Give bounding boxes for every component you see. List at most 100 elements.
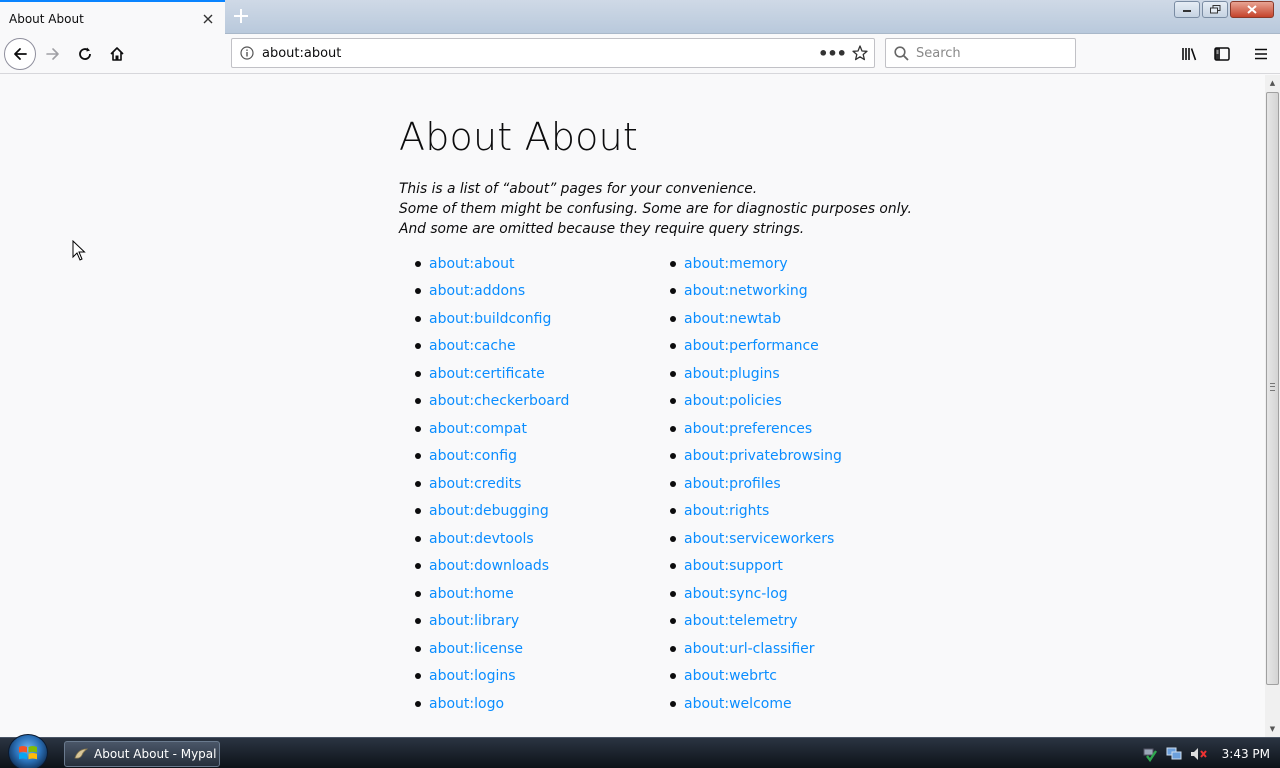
search-input[interactable] [916,45,1066,61]
about-link-item: about:logins [415,665,569,693]
about-link-item: about:support [670,555,842,583]
about-link-item: about:downloads [415,555,569,583]
page-actions-icon[interactable]: ••• [818,39,847,67]
bullet-icon [415,480,421,487]
bullet-icon [415,508,421,515]
about-link[interactable]: about:webrtc [684,668,777,684]
bookmark-star-icon[interactable] [846,39,874,67]
page-title: About About [399,115,638,159]
about-link-item: about:sync-log [670,582,842,610]
about-link[interactable]: about:newtab [684,311,781,327]
about-link-item: about:cache [415,335,569,363]
about-link-item: about:newtab [670,307,842,335]
about-link[interactable]: about:debugging [429,503,549,519]
about-link[interactable]: about:networking [684,283,808,299]
about-link[interactable]: about:url-classifier [684,641,815,657]
about-link[interactable]: about:profiles [684,476,781,492]
reload-button[interactable] [69,38,101,70]
search-bar[interactable] [885,38,1076,68]
about-link[interactable]: about:checkerboard [429,393,569,409]
start-button[interactable] [8,734,48,768]
about-link[interactable]: about:plugins [684,366,780,382]
about-link[interactable]: about:license [429,641,523,657]
about-link[interactable]: about:sync-log [684,586,788,602]
about-link[interactable]: about:library [429,613,519,629]
hamburger-menu-button[interactable] [1245,38,1277,70]
about-link-item: about:library [415,610,569,638]
intro-line: And some are omitted because they requir… [399,221,805,237]
about-link[interactable]: about:rights [684,503,769,519]
restore-button[interactable] [1202,1,1228,18]
sidebar-toggle-button[interactable] [1206,38,1238,70]
about-link-item: about:welcome [670,692,842,720]
url-bar[interactable]: about:about ••• [231,38,875,68]
bullet-icon [670,288,676,295]
home-icon [110,47,124,61]
url-text[interactable]: about:about [262,46,818,61]
about-link[interactable]: about:home [429,586,514,602]
taskbar: About About - Mypal 3:43 PM [0,734,1280,768]
site-info-icon[interactable] [232,39,262,67]
network-icon[interactable] [1166,746,1182,762]
minimize-button[interactable] [1174,1,1200,18]
bullet-icon [670,563,676,570]
back-button[interactable] [4,38,36,70]
tab-close-icon[interactable] [196,7,220,31]
close-window-button[interactable] [1230,1,1274,18]
about-link[interactable]: about:credits [429,476,521,492]
about-link[interactable]: about:logins [429,668,516,684]
home-button[interactable] [101,38,133,70]
tab-about-about[interactable]: About About [0,0,225,35]
about-link[interactable]: about:performance [684,338,819,354]
about-link[interactable]: about:about [429,256,515,272]
about-link-item: about:devtools [415,527,569,555]
about-link[interactable]: about:downloads [429,558,549,574]
about-link[interactable]: about:config [429,448,517,464]
about-link[interactable]: about:cache [429,338,516,354]
about-link[interactable]: about:certificate [429,366,545,382]
forward-button[interactable] [37,38,69,70]
about-link[interactable]: about:support [684,558,783,574]
about-link[interactable]: about:logo [429,696,504,712]
about-link-item: about:rights [670,500,842,528]
vertical-scrollbar[interactable]: ▲ ▼ [1265,75,1280,737]
volume-muted-icon[interactable] [1190,746,1208,762]
bullet-icon [670,453,676,460]
bullet-icon [670,260,676,267]
safely-remove-hardware-icon[interactable] [1142,746,1158,762]
about-link[interactable]: about:telemetry [684,613,798,629]
about-link-item: about:checkerboard [415,390,569,418]
bullet-icon [415,425,421,432]
scroll-down-arrow-icon[interactable]: ▼ [1265,721,1280,737]
library-button[interactable] [1174,38,1206,70]
about-link[interactable]: about:policies [684,393,782,409]
about-link-item: about:home [415,582,569,610]
bullet-icon [415,645,421,652]
system-clock[interactable]: 3:43 PM [1222,747,1270,761]
about-link[interactable]: about:buildconfig [429,311,551,327]
about-link[interactable]: about:welcome [684,696,792,712]
about-link[interactable]: about:devtools [429,531,534,547]
bullet-icon [670,480,676,487]
about-link[interactable]: about:preferences [684,421,812,437]
taskbar-window-label: About About - Mypal [94,747,217,761]
intro-line: Some of them might be confusing. Some ar… [399,201,912,217]
about-link-item: about:webrtc [670,665,842,693]
scrollbar-thumb[interactable] [1266,92,1279,685]
about-link[interactable]: about:privatebrowsing [684,448,842,464]
new-tab-plus-icon[interactable] [228,4,254,28]
scroll-up-arrow-icon[interactable]: ▲ [1265,75,1280,91]
about-link-item: about:performance [670,335,842,363]
mouse-cursor-icon [72,239,86,266]
bullet-icon [670,398,676,405]
about-link[interactable]: about:serviceworkers [684,531,834,547]
bullet-icon [415,618,421,625]
about-link[interactable]: about:compat [429,421,527,437]
bullet-icon [415,673,421,680]
about-link-item: about:memory [670,252,842,280]
about-link[interactable]: about:addons [429,283,525,299]
about-link[interactable]: about:memory [684,256,788,272]
taskbar-window-button[interactable]: About About - Mypal [64,741,220,767]
tab-title: About About [9,11,84,26]
about-link-item: about:debugging [415,500,569,528]
